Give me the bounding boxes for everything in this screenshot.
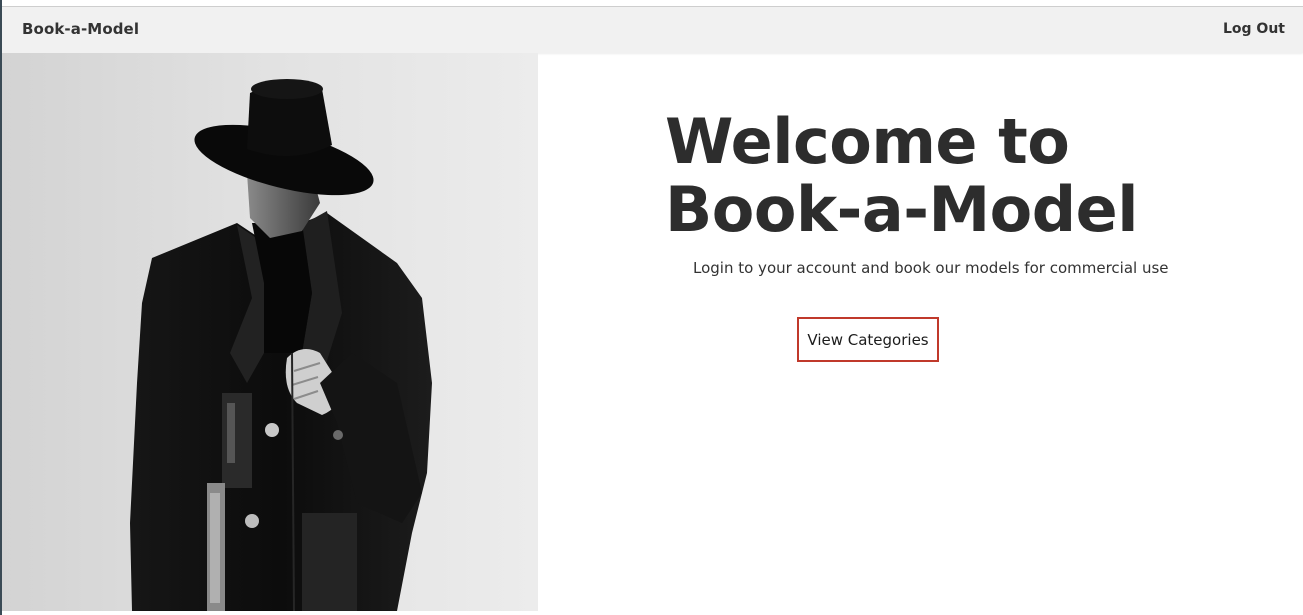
logout-link[interactable]: Log Out (1223, 21, 1285, 37)
view-categories-button[interactable]: View Categories (797, 317, 939, 362)
window-left-edge (0, 0, 2, 615)
hero-subtitle: Login to your account and book our model… (693, 259, 1169, 277)
hero-title: Welcome to Book-a-Model (665, 105, 1138, 246)
page: Book-a-Model Log Out Welcome to Book-a-M… (0, 0, 1303, 615)
navbar: Book-a-Model Log Out (2, 7, 1303, 53)
brand-link[interactable]: Book-a-Model (22, 20, 139, 38)
hero-image (2, 53, 538, 611)
hero-text: Welcome to Book-a-Model (665, 108, 1265, 244)
browser-top-edge (0, 0, 1303, 7)
model-photo (2, 53, 538, 611)
